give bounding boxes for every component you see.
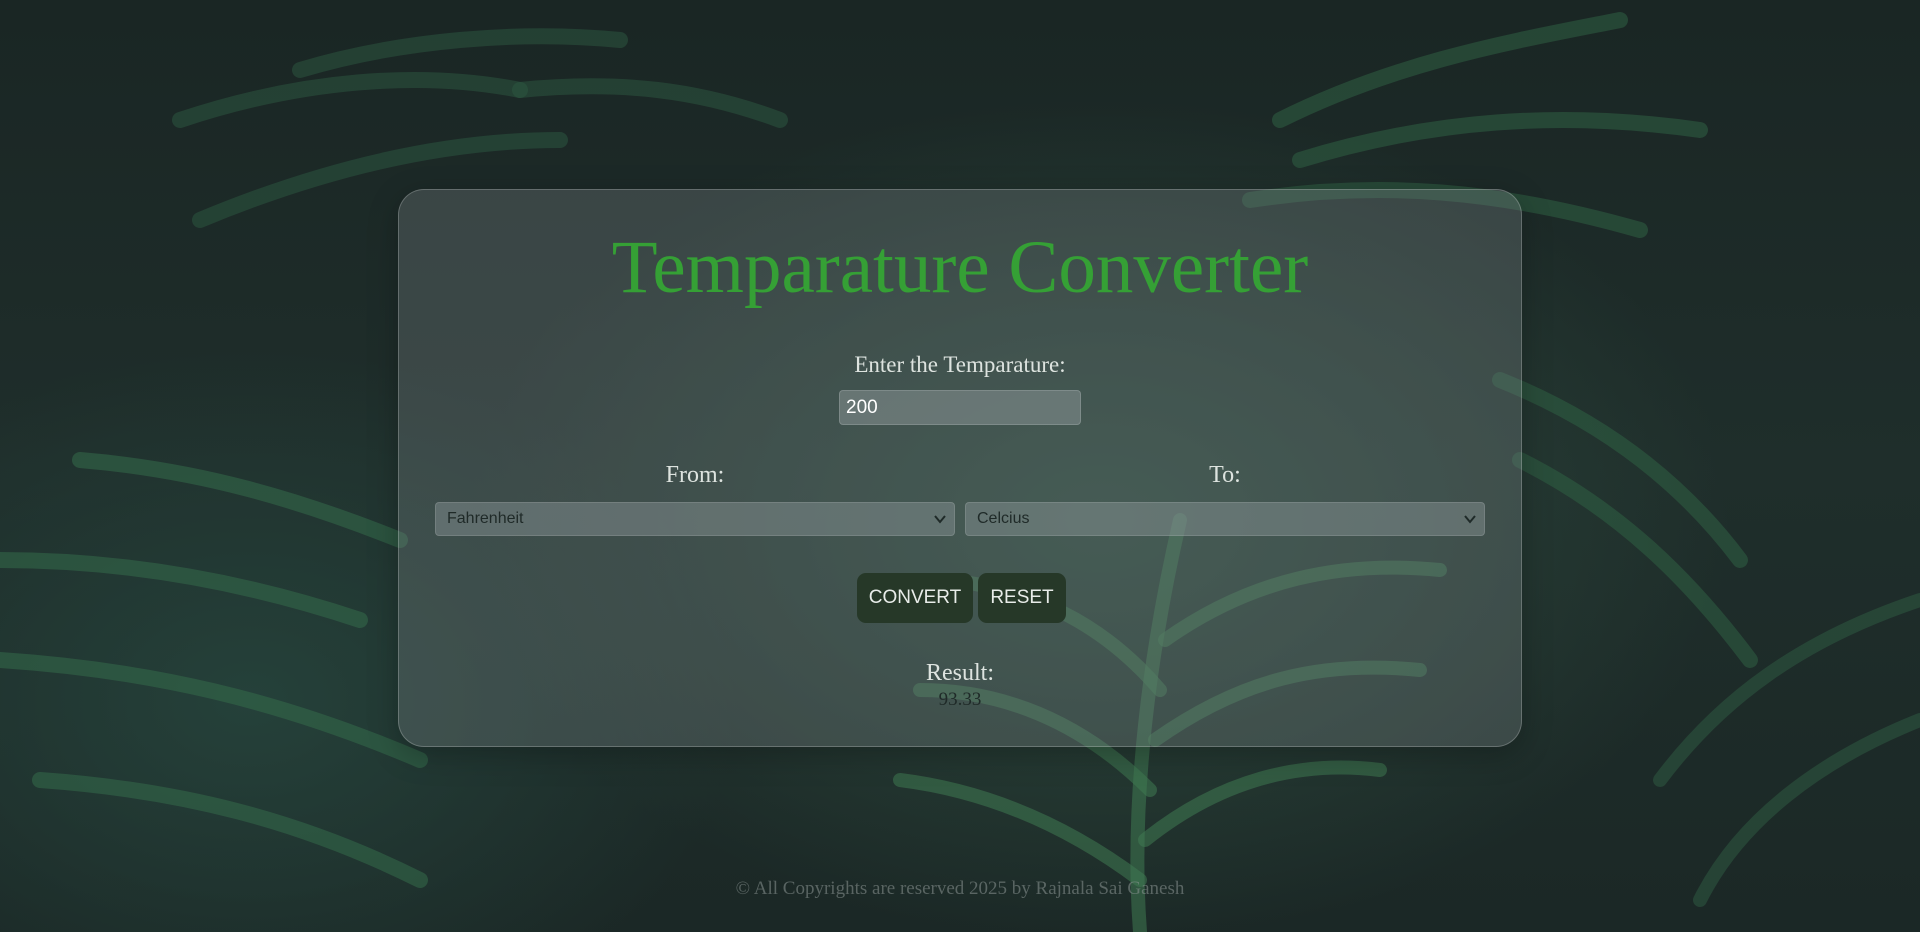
chevron-down-icon [1464,515,1476,524]
to-label: To: [1209,462,1241,488]
result-label: Result: [925,660,994,686]
converter-card: Temparature Converter Enter the Temparat… [398,189,1522,747]
to-unit-value: Celcius [977,510,1030,527]
reset-button[interactable]: RESET [978,573,1066,623]
page-title: Temparature Converter [611,226,1309,309]
result-value: 93.33 [938,689,982,710]
convert-button[interactable]: CONVERT [857,573,973,623]
from-unit-select[interactable]: Fahrenheit [435,502,955,536]
temperature-input[interactable] [839,390,1081,425]
from-label: From: [665,462,725,488]
to-unit-select[interactable]: Celcius [965,502,1485,536]
temperature-label: Enter the Temparature: [854,352,1066,377]
footer-copyright: © All Copyrights are reserved 2025 by Ra… [735,878,1185,899]
from-unit-value: Fahrenheit [447,510,524,527]
chevron-down-icon [934,515,946,524]
